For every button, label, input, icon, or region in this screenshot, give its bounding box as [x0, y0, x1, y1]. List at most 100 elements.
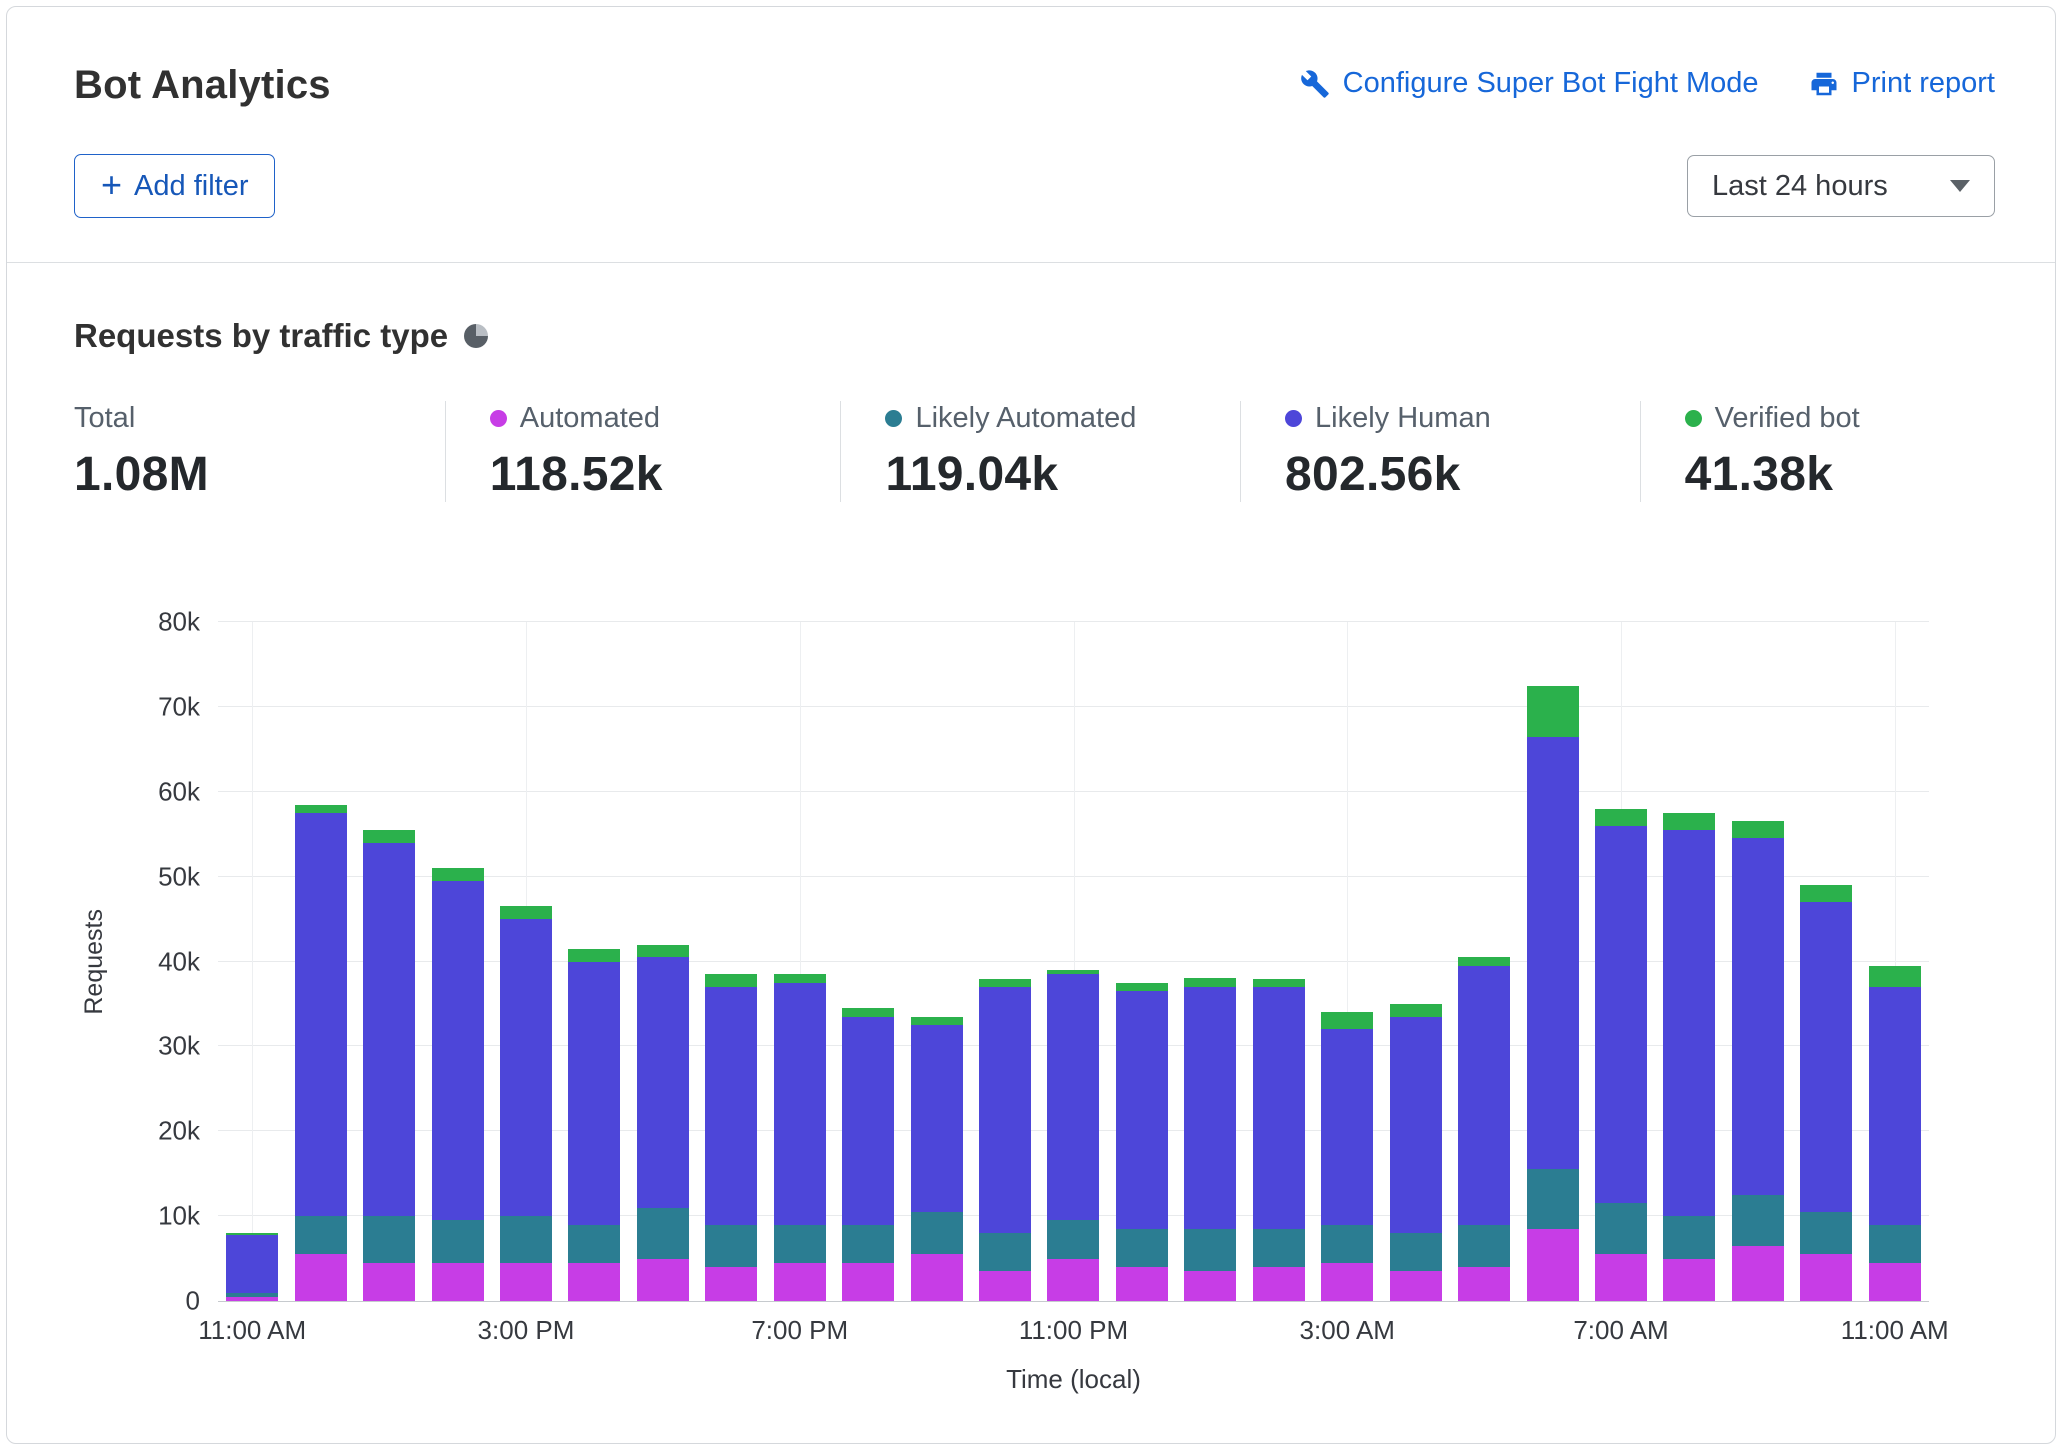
likely-human-segment: [295, 813, 347, 1216]
verified-bot-segment: [1869, 966, 1921, 987]
stat-value: 1.08M: [74, 447, 445, 502]
likely-human-segment: [1527, 737, 1579, 1170]
stat-label: Verified bot: [1715, 402, 1860, 435]
bar-column[interactable]: [1381, 622, 1449, 1301]
stacked-bar: [979, 622, 1031, 1301]
bar-column[interactable]: [1724, 622, 1792, 1301]
stacked-bar: [568, 622, 620, 1301]
verified-bot-segment: [1116, 983, 1168, 991]
bar-column[interactable]: [697, 622, 765, 1301]
stat-value: 119.04k: [885, 447, 1240, 502]
chart-plot: 010k20k30k40k50k60k70k80k11:00 AM3:00 PM…: [218, 622, 1929, 1302]
bar-column[interactable]: [1108, 622, 1176, 1301]
automated-segment: [226, 1297, 278, 1301]
x-tick-label: 11:00 PM: [1019, 1315, 1128, 1346]
automated-segment: [1527, 1229, 1579, 1301]
bar-column[interactable]: [492, 622, 560, 1301]
bar-column[interactable]: [766, 622, 834, 1301]
bar-column[interactable]: [1655, 622, 1723, 1301]
bar-column[interactable]: [902, 622, 970, 1301]
bar-column[interactable]: [1518, 622, 1586, 1301]
stats-row: Total1.08MAutomated118.52kLikely Automat…: [74, 401, 1995, 502]
stacked-bar: [1527, 622, 1579, 1301]
bar-column[interactable]: [1792, 622, 1860, 1301]
bar-column[interactable]: [1176, 622, 1244, 1301]
stat-top: Likely Automated: [885, 401, 1240, 435]
likely-automated-segment: [1390, 1233, 1442, 1271]
automated-segment: [1869, 1263, 1921, 1301]
automated-segment: [979, 1271, 1031, 1301]
likely-human-segment: [1595, 826, 1647, 1204]
bar-column[interactable]: [1861, 622, 1929, 1301]
verified-bot-segment: [774, 974, 826, 982]
likely-human-segment: [979, 987, 1031, 1233]
print-report-link[interactable]: Print report: [1809, 67, 1995, 100]
stacked-bar: [1047, 622, 1099, 1301]
stat-total[interactable]: Total1.08M: [74, 401, 445, 502]
verified-bot-segment: [295, 805, 347, 813]
bar-column[interactable]: [1039, 622, 1107, 1301]
verified-bot-segment: [363, 830, 415, 843]
y-axis-title: Requests: [80, 909, 109, 1015]
likely-automated-segment: [1116, 1229, 1168, 1267]
bar-column[interactable]: [1450, 622, 1518, 1301]
verified-bot-segment: [637, 945, 689, 958]
verified-bot-segment: [911, 1017, 963, 1025]
likely-automated-segment: [295, 1216, 347, 1254]
bar-column[interactable]: [834, 622, 902, 1301]
stat-top: Likely Human: [1285, 401, 1640, 435]
legend-dot: [1285, 410, 1302, 427]
bar-column[interactable]: [1313, 622, 1381, 1301]
stat-likely-automated[interactable]: Likely Automated 119.04k: [840, 401, 1240, 502]
bar-column[interactable]: [971, 622, 1039, 1301]
add-filter-label: Add filter: [134, 170, 248, 203]
bar-column[interactable]: [560, 622, 628, 1301]
bar-column[interactable]: [218, 622, 286, 1301]
y-tick-label: 10k: [158, 1201, 200, 1232]
likely-automated-segment: [979, 1233, 1031, 1271]
likely-automated-segment: [637, 1208, 689, 1259]
stat-value: 802.56k: [1285, 447, 1640, 502]
likely-human-segment: [637, 957, 689, 1207]
stat-automated[interactable]: Automated118.52k: [445, 401, 841, 502]
stacked-bar: [637, 622, 689, 1301]
stat-top: Automated: [490, 401, 841, 435]
automated-segment: [1595, 1254, 1647, 1301]
stat-verified-bot[interactable]: Verified bot41.38k: [1640, 401, 1995, 502]
verified-bot-segment: [705, 974, 757, 987]
stacked-bar: [432, 622, 484, 1301]
automated-segment: [1390, 1271, 1442, 1301]
automated-segment: [774, 1263, 826, 1301]
automated-segment: [911, 1254, 963, 1301]
likely-human-segment: [226, 1235, 278, 1293]
bar-column[interactable]: [629, 622, 697, 1301]
bar-column[interactable]: [286, 622, 354, 1301]
chart-main: Requests 010k20k30k40k50k60k70k80k11:00 …: [74, 622, 1929, 1302]
verified-bot-segment: [1800, 885, 1852, 902]
likely-automated-segment: [1184, 1229, 1236, 1271]
stat-label: Automated: [520, 402, 660, 435]
section-header: Requests by traffic type: [74, 317, 1995, 355]
time-range-select[interactable]: Last 24 hours: [1687, 155, 1995, 217]
bar-column[interactable]: [423, 622, 491, 1301]
stat-likely-human[interactable]: Likely Human 802.56k: [1240, 401, 1640, 502]
likely-human-segment: [432, 881, 484, 1221]
verified-bot-segment: [568, 949, 620, 962]
automated-segment: [1458, 1267, 1510, 1301]
configure-super-bot-fight-mode-link[interactable]: Configure Super Bot Fight Mode: [1300, 67, 1759, 100]
bar-column[interactable]: [1587, 622, 1655, 1301]
stat-label: Likely Human: [1315, 402, 1491, 435]
verified-bot-segment: [1663, 813, 1715, 830]
y-tick-label: 0: [186, 1286, 200, 1317]
bot-analytics-card: Bot Analytics Configure Super Bot Fight …: [6, 6, 2056, 1444]
verified-bot-segment: [1253, 979, 1305, 987]
automated-segment: [1321, 1263, 1373, 1301]
stacked-bar: [295, 622, 347, 1301]
stacked-bar: [911, 622, 963, 1301]
bar-column[interactable]: [1245, 622, 1313, 1301]
bar-column[interactable]: [355, 622, 423, 1301]
likely-automated-segment: [705, 1225, 757, 1267]
add-filter-button[interactable]: + Add filter: [74, 154, 275, 218]
header-controls-row: + Add filter Last 24 hours: [74, 154, 1995, 218]
configure-link-label: Configure Super Bot Fight Mode: [1343, 67, 1759, 100]
